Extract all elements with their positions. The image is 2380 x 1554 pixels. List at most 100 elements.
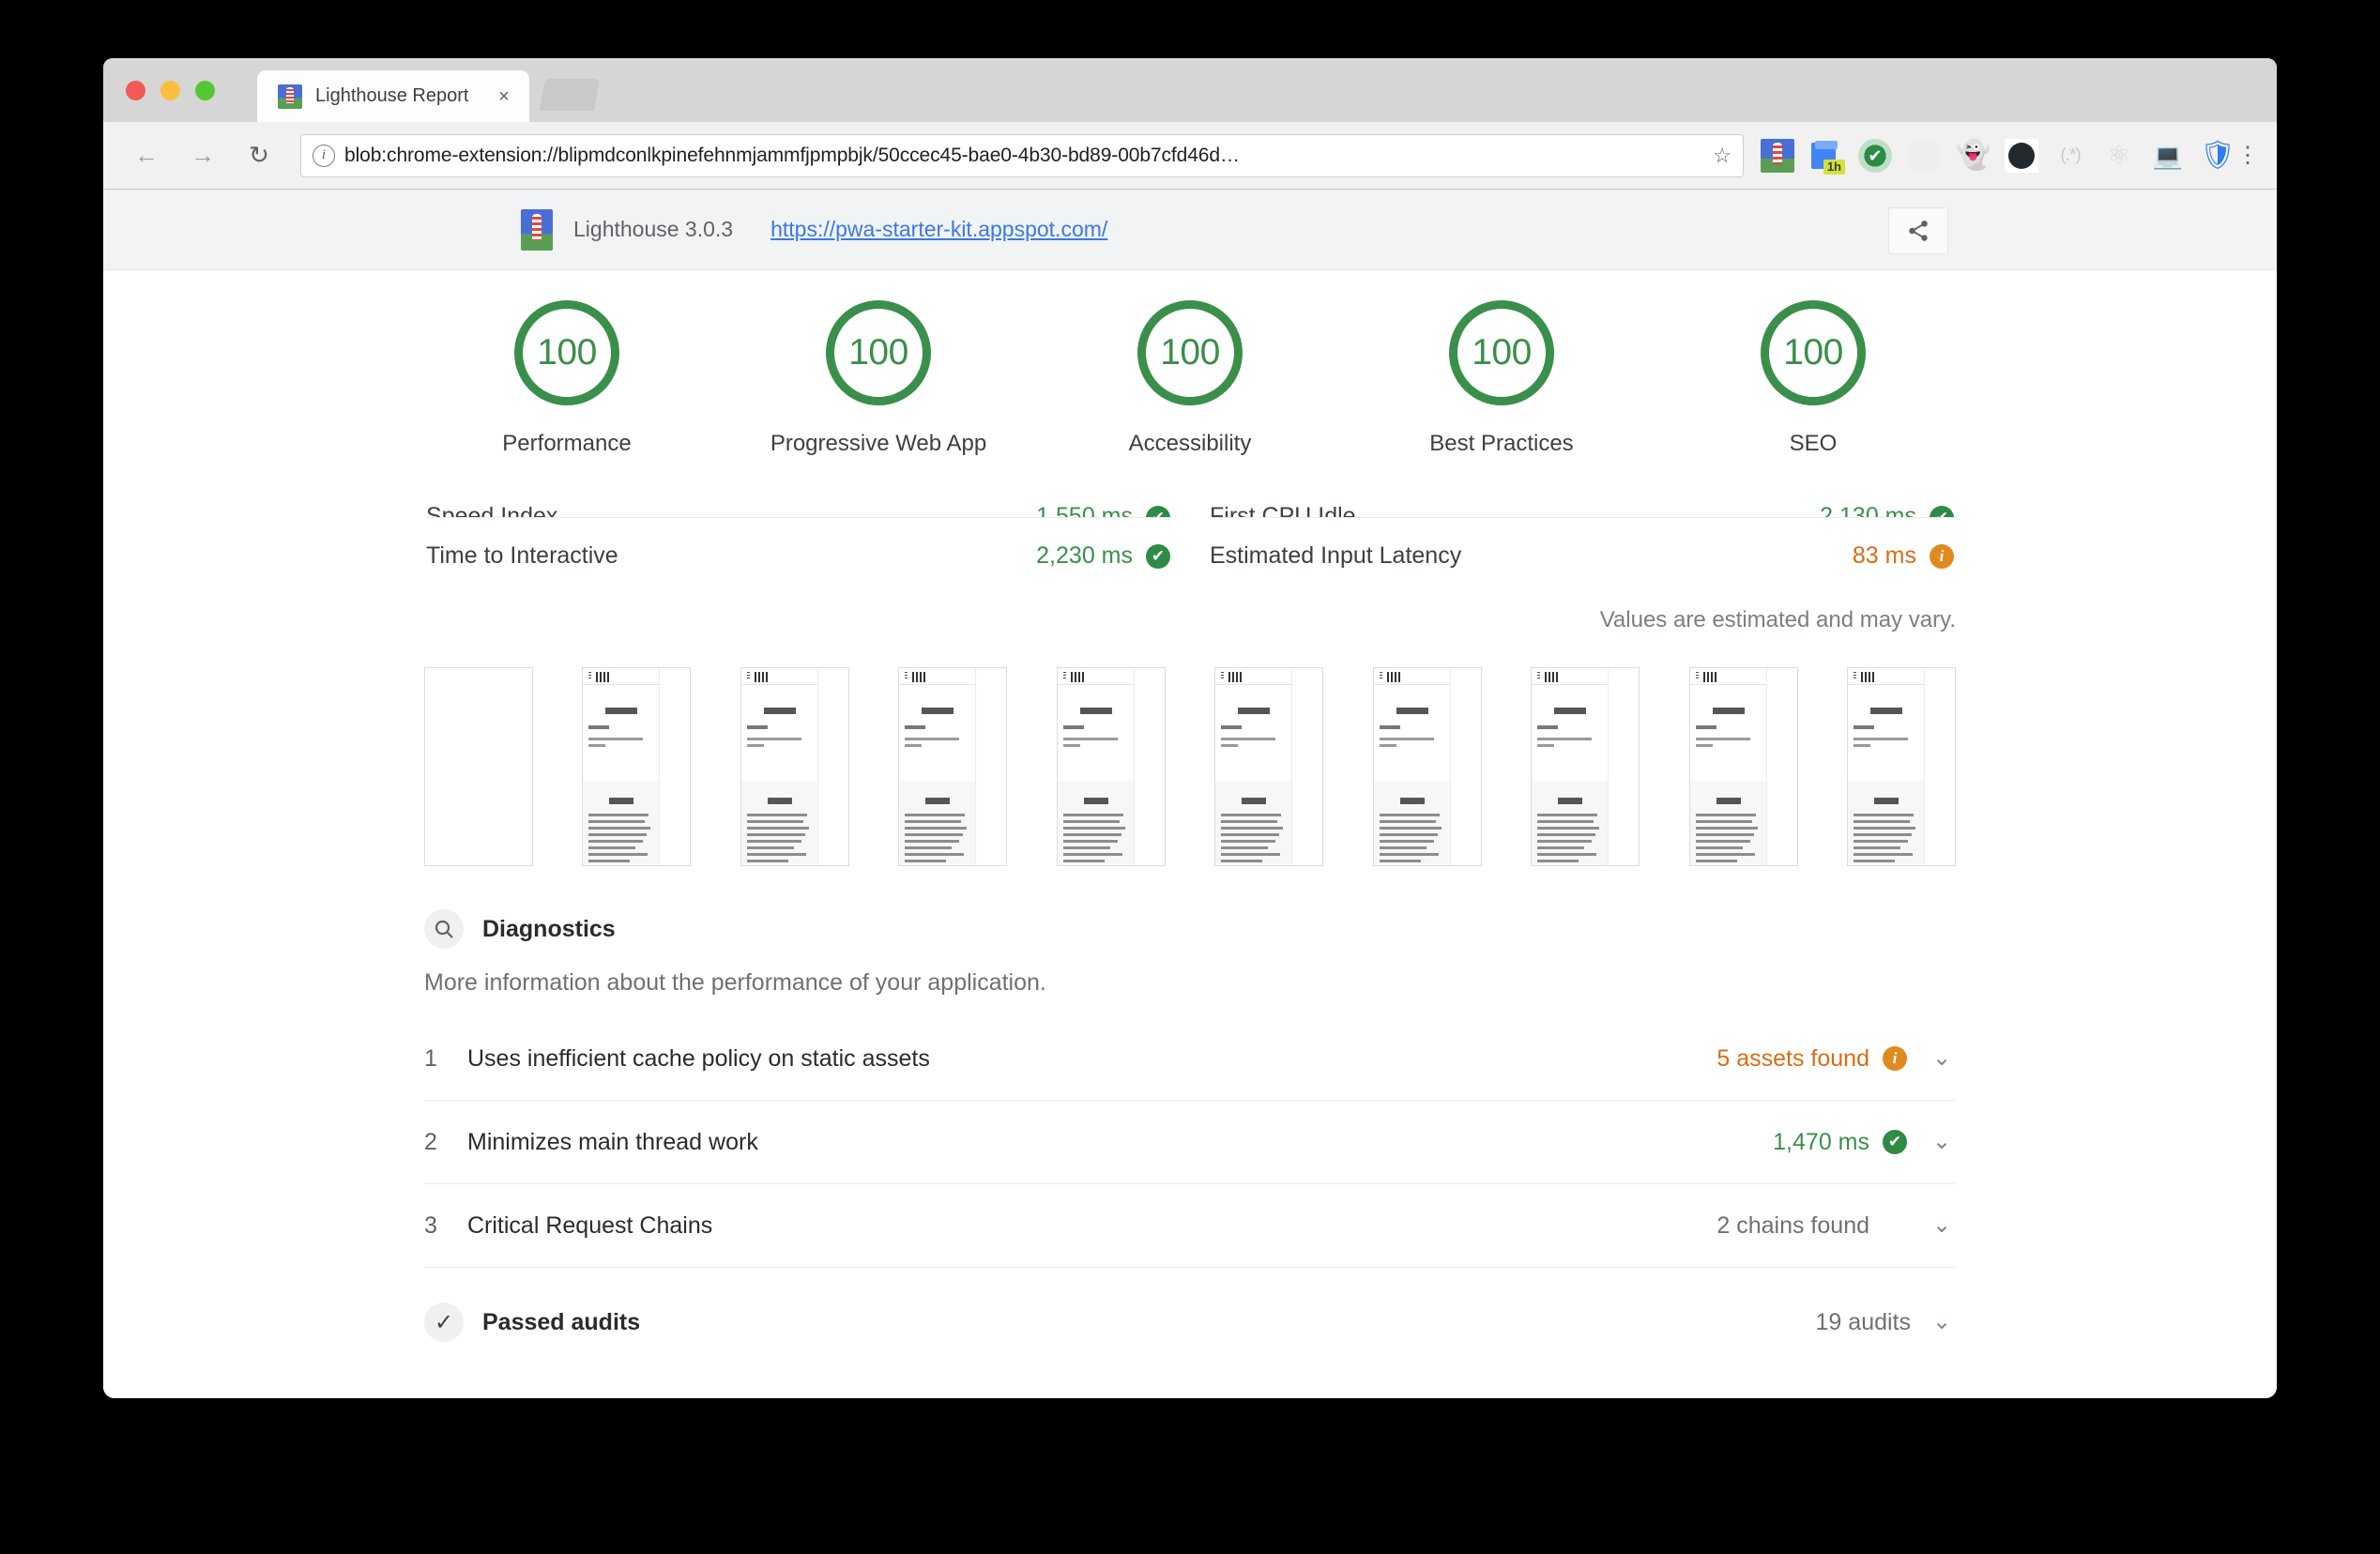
lighthouse-report-body: 100 Performance 100 Progressive Web App …: [103, 270, 2277, 1398]
github-extension-icon[interactable]: [2005, 138, 2038, 173]
site-info-icon[interactable]: i: [313, 144, 335, 167]
address-bar[interactable]: i blob:chrome-extension://blipmdconlkpin…: [300, 133, 1744, 177]
no-badge-icon: [1883, 1213, 1907, 1238]
atom-extension-icon[interactable]: ⚛: [2102, 139, 2136, 173]
cat-extension-icon[interactable]: [1907, 138, 1941, 173]
filmstrip-frame: [582, 667, 692, 866]
lighthouse-brand: Lighthouse 3.0.3 https://pwa-starter-kit…: [521, 208, 1107, 251]
chevron-down-icon[interactable]: ⌄: [1928, 1131, 1956, 1153]
maximize-window-button[interactable]: [195, 81, 215, 100]
score-label: Best Practices: [1429, 431, 1574, 456]
score-label: Progressive Web App: [770, 431, 987, 456]
reload-button[interactable]: ↻: [238, 135, 280, 176]
address-bar-url: blob:chrome-extension://blipmdconlkpinef…: [344, 144, 1240, 166]
audited-url-link[interactable]: https://pwa-starter-kit.appspot.com/: [770, 217, 1107, 242]
metric-name: Speed Index: [426, 503, 558, 517]
filmstrip-frame: [1056, 667, 1166, 866]
score-label: SEO: [1789, 431, 1838, 456]
chevron-down-icon[interactable]: ⌄: [1928, 1311, 1956, 1333]
pass-check-icon: ✔: [1883, 1130, 1907, 1154]
metric-row[interactable]: First CPU Idle 2,130 ms ✔: [1208, 481, 1956, 517]
values-estimated-note: Values are estimated and may vary.: [1599, 607, 1956, 632]
diagnostics-header: Diagnostics: [424, 909, 1956, 949]
tab-title: Lighthouse Report: [315, 85, 469, 106]
audit-row[interactable]: 3 Critical Request Chains 2 chains found…: [424, 1184, 1956, 1268]
metric-row[interactable]: Time to Interactive 2,230 ms ✔: [424, 517, 1172, 594]
metric-name: Time to Interactive: [426, 542, 618, 569]
audit-row[interactable]: 1 Uses inefficient cache policy on stati…: [424, 1017, 1956, 1101]
chevron-down-icon[interactable]: ⌄: [1928, 1214, 1956, 1237]
pass-check-icon: ✔: [1146, 506, 1170, 517]
metric-row[interactable]: Estimated Input Latency 83 ms i: [1208, 517, 1956, 594]
pass-check-icon: ✔: [1930, 506, 1954, 517]
filmstrip-frame: [898, 667, 1008, 866]
regex-extension-icon[interactable]: (.*): [2053, 139, 2087, 173]
audit-value: 2 chains found: [1716, 1211, 1869, 1239]
lighthouse-extension-icon[interactable]: [1761, 138, 1794, 173]
back-button[interactable]: ←: [126, 135, 167, 176]
check-icon: ✓: [424, 1303, 464, 1342]
laptop-extension-icon[interactable]: 💻: [2151, 139, 2185, 173]
passed-audits-title: Passed audits: [482, 1308, 641, 1335]
audit-title: Uses inefficient cache policy on static …: [467, 1044, 930, 1072]
close-window-button[interactable]: [126, 81, 145, 100]
lighthouse-header: Lighthouse 3.0.3 https://pwa-starter-kit…: [103, 190, 2277, 270]
screenshot-filmstrip: [424, 667, 1956, 866]
metric-name: First CPU Idle: [1210, 503, 1356, 517]
audit-number: 2: [424, 1128, 437, 1155]
score-label: Performance: [502, 431, 632, 456]
shield-extension-icon[interactable]: 🛡: [2200, 139, 2235, 173]
score-label: Accessibility: [1128, 431, 1252, 456]
score-value: 100: [848, 332, 908, 373]
search-icon: [424, 909, 464, 949]
score-best-practices[interactable]: 100 Best Practices: [1346, 300, 1657, 457]
score-value: 100: [537, 332, 597, 373]
tab-strip: Lighthouse Report ×: [103, 58, 2277, 122]
gauge-circle: 100: [1449, 300, 1554, 405]
metric-value: 83 ms: [1852, 542, 1916, 569]
filmstrip-frame: [1531, 667, 1640, 866]
score-gauges: 100 Performance 100 Progressive Web App …: [103, 270, 2277, 457]
diagnostics-audit-list: 1 Uses inefficient cache policy on stati…: [424, 1017, 1956, 1268]
ghost-extension-icon[interactable]: 👻: [1956, 139, 1991, 173]
browser-tab-lighthouse-report[interactable]: Lighthouse Report ×: [257, 70, 529, 122]
performance-metrics-grid: Speed Index 1,550 ms ✔ First CPU Idle 2,…: [424, 481, 1956, 594]
score-accessibility[interactable]: 100 Accessibility: [1034, 300, 1346, 457]
close-tab-icon[interactable]: ×: [494, 86, 514, 107]
lighthouse-favicon-icon: [278, 84, 302, 109]
diagnostics-title: Diagnostics: [482, 915, 616, 942]
window-traffic-lights: [126, 81, 215, 100]
info-badge-icon: i: [1930, 543, 1954, 569]
new-tab-button[interactable]: [540, 79, 600, 111]
extension-badge: 1h: [1823, 159, 1845, 175]
audit-row[interactable]: 2 Minimizes main thread work 1,470 ms ✔ …: [424, 1101, 1956, 1184]
share-icon: [1909, 221, 1928, 241]
gauge-circle: 100: [1137, 300, 1243, 405]
forward-button[interactable]: →: [182, 135, 223, 176]
passed-audits-row[interactable]: ✓ Passed audits 19 audits ⌄: [424, 1285, 1956, 1360]
score-performance[interactable]: 100 Performance: [411, 300, 723, 457]
filmstrip-frame: [1214, 667, 1324, 866]
lighthouse-version: Lighthouse 3.0.3: [573, 217, 734, 241]
score-value: 100: [1783, 332, 1843, 373]
score-progressive-web-app[interactable]: 100 Progressive Web App: [723, 300, 1034, 457]
audit-value: 1,470 ms: [1773, 1128, 1869, 1155]
minimize-window-button[interactable]: [160, 81, 180, 100]
green-check-extension-icon[interactable]: [1858, 138, 1892, 173]
filmstrip-frame: [1688, 667, 1798, 866]
audit-number: 3: [424, 1211, 437, 1239]
filmstrip-frame: [1846, 667, 1956, 866]
extension-icons: 1h 👻 (.*) ⚛ 💻 🛡: [1753, 138, 2235, 175]
metric-name: Estimated Input Latency: [1210, 542, 1462, 569]
share-button[interactable]: [1888, 207, 1948, 254]
blue-stack-extension-icon[interactable]: 1h: [1809, 139, 1845, 175]
metric-value: 1,550 ms: [1036, 503, 1133, 517]
gauge-circle: 100: [1761, 300, 1866, 405]
chevron-down-icon[interactable]: ⌄: [1928, 1047, 1956, 1070]
browser-menu-icon[interactable]: ⋮: [2234, 144, 2262, 167]
gauge-circle: 100: [514, 300, 619, 405]
metric-row[interactable]: Speed Index 1,550 ms ✔: [424, 481, 1172, 517]
score-seo[interactable]: 100 SEO: [1657, 300, 1969, 457]
bookmark-star-icon[interactable]: ☆: [1713, 144, 1732, 168]
filmstrip-frame: [740, 667, 849, 866]
